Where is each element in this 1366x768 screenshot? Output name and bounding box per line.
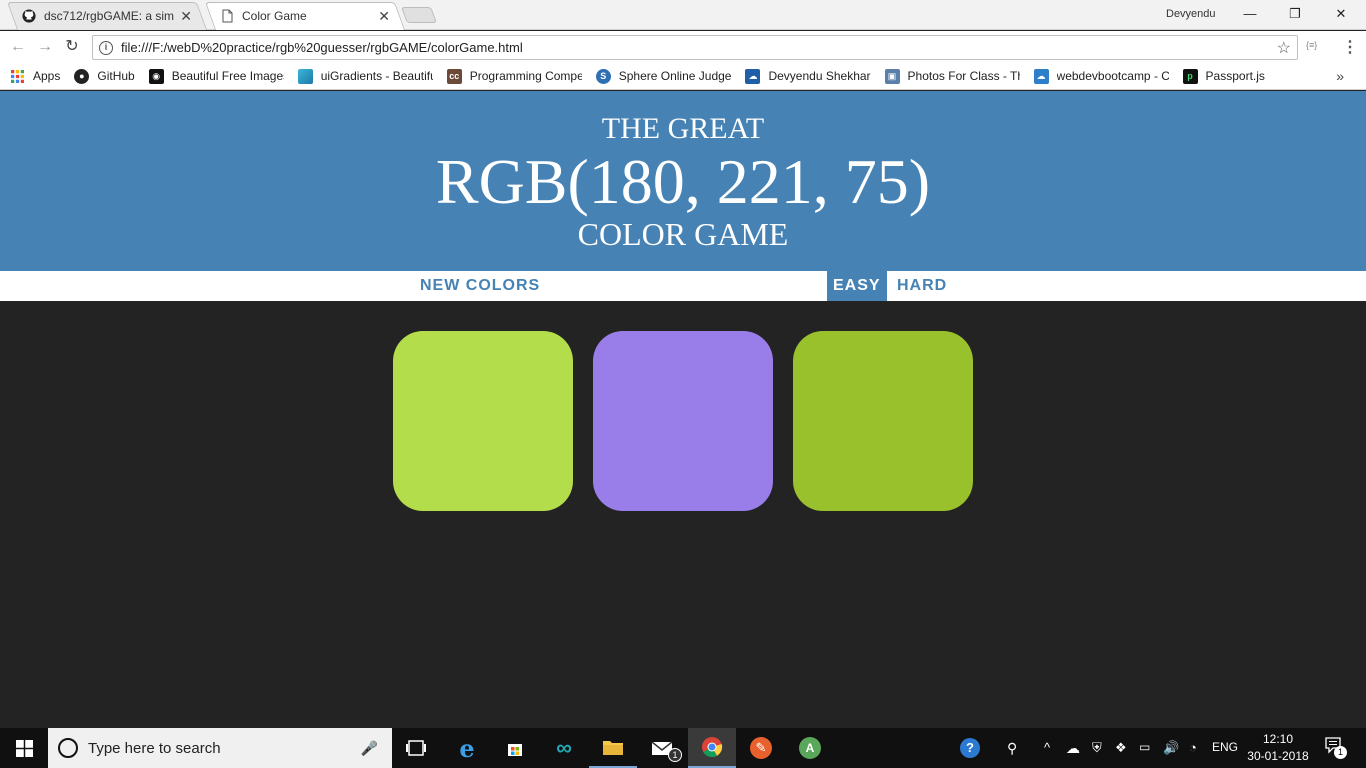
- taskbar-search[interactable]: Type here to search 🎤: [48, 728, 392, 768]
- clock-date: 30-01-2018: [1247, 749, 1309, 763]
- bookmark-uigradients[interactable]: uiGradients - Beautifu: [297, 68, 433, 84]
- notification-badge: 1: [1334, 746, 1347, 759]
- close-icon[interactable]: ✕: [378, 8, 390, 25]
- title-top: THE GREAT: [601, 112, 765, 145]
- security-icon[interactable]: ⛨: [1092, 740, 1102, 756]
- bookmark-images[interactable]: ◉ Beautiful Free Images: [148, 68, 284, 84]
- profile-name[interactable]: Devyendu: [1166, 8, 1216, 20]
- photos-icon: ▣: [884, 68, 900, 84]
- reload-icon[interactable]: ↻: [62, 37, 82, 57]
- spoj-icon: S: [595, 68, 611, 84]
- info-icon[interactable]: i: [99, 40, 113, 55]
- tab-color-game[interactable]: Color Game ✕: [204, 2, 406, 30]
- tab-github-repo[interactable]: dsc712/rgbGAME: a simp ✕: [6, 2, 208, 30]
- people-icon[interactable]: ⚲: [1007, 740, 1017, 757]
- bookmark-label: Beautiful Free Images: [171, 69, 284, 83]
- bookmark-github[interactable]: ● GitHub: [74, 68, 135, 84]
- tab-title: dsc712/rgbGAME: a simp: [44, 9, 175, 23]
- rgb-display: RGB(180, 221, 75): [435, 146, 931, 217]
- title-bottom: COLOR GAME: [577, 216, 789, 252]
- windows-start-icon[interactable]: [0, 728, 48, 768]
- chrome-icon[interactable]: [688, 728, 736, 768]
- github-icon: ●: [74, 68, 90, 84]
- android-studio-icon[interactable]: A: [786, 728, 834, 768]
- action-center-icon[interactable]: 1: [1324, 736, 1347, 759]
- bookmark-label: uiGradients - Beautifu: [320, 69, 433, 83]
- bookmark-label: Devyendu Shekhar: [768, 69, 871, 83]
- edge-icon[interactable]: e: [443, 728, 491, 768]
- game-header: THE GREAT RGB(180, 221, 75) COLOR GAME: [0, 91, 1366, 271]
- color-square[interactable]: [393, 331, 573, 511]
- menu-icon[interactable]: ⋮: [1342, 37, 1358, 57]
- battery-icon[interactable]: ▭: [1139, 740, 1150, 754]
- clock[interactable]: 12:10 30-01-2018: [1246, 731, 1310, 765]
- forward-arrow-icon[interactable]: →: [35, 37, 55, 57]
- bookmark-spoj[interactable]: S Sphere Online Judge: [595, 68, 732, 84]
- microphone-icon[interactable]: 🎤: [361, 740, 378, 757]
- bookmark-passport[interactable]: p Passport.js: [1182, 68, 1265, 84]
- bookmark-label: GitHub: [97, 69, 135, 83]
- address-bar[interactable]: i file:///F:/webD%20practice/rgb%20guess…: [92, 35, 1298, 60]
- bookmark-label: Programming Compe: [469, 69, 582, 83]
- color-square[interactable]: [793, 331, 973, 511]
- cc-icon: cc: [446, 68, 462, 84]
- passport-icon: p: [1182, 68, 1198, 84]
- easy-mode-button[interactable]: EASY: [827, 271, 887, 301]
- camera-icon: ◉: [148, 68, 164, 84]
- cloud9-icon: ☁: [1033, 68, 1049, 84]
- search-placeholder: Type here to search: [88, 739, 221, 757]
- onedrive-icon[interactable]: ☁: [1066, 740, 1080, 757]
- bookmark-apps[interactable]: Apps: [10, 69, 60, 84]
- chevron-right-icon[interactable]: »: [1336, 68, 1344, 84]
- extension-icon[interactable]: {≡}: [1306, 40, 1317, 50]
- bookmark-label: Sphere Online Judge: [618, 69, 732, 83]
- gradient-icon: [297, 68, 313, 84]
- apps-grid-icon: [10, 69, 25, 84]
- bookmark-label: Photos For Class - Th: [907, 69, 1020, 83]
- bookmark-devyendu[interactable]: ☁ Devyendu Shekhar: [745, 68, 871, 84]
- chevron-up-icon[interactable]: ^: [1044, 740, 1050, 755]
- store-icon[interactable]: [491, 728, 539, 768]
- restore-icon[interactable]: ❐: [1283, 4, 1307, 24]
- document-icon: [220, 9, 234, 23]
- hard-mode-button[interactable]: HARD: [887, 271, 957, 301]
- browser-tab-bar: dsc712/rgbGAME: a simp ✕ Color Game ✕ De…: [0, 0, 1366, 30]
- bookmark-codechef[interactable]: cc Programming Compe: [446, 68, 582, 84]
- bookmark-star-icon[interactable]: ☆: [1277, 38, 1291, 58]
- bookmark-label: webdevbootcamp - C: [1056, 69, 1169, 83]
- dropbox-icon[interactable]: ❖: [1115, 740, 1127, 756]
- color-square[interactable]: [593, 331, 773, 511]
- new-colors-button[interactable]: NEW COLORS: [410, 271, 550, 301]
- controls-stripe: NEW COLORS EASY HARD: [0, 271, 1366, 301]
- file-explorer-icon[interactable]: [589, 728, 637, 768]
- bookmark-photos[interactable]: ▣ Photos For Class - Th: [884, 68, 1020, 84]
- paint-app-icon[interactable]: ✎: [737, 728, 785, 768]
- mail-badge: 1: [668, 748, 682, 762]
- bookmark-label: Apps: [33, 69, 61, 83]
- new-tab-button[interactable]: [401, 7, 437, 23]
- volume-icon[interactable]: 🔊: [1163, 740, 1179, 756]
- language-indicator[interactable]: ENG: [1212, 740, 1238, 754]
- mail-icon[interactable]: 1: [638, 728, 686, 768]
- url-text[interactable]: file:///F:/webD%20practice/rgb%20guesser…: [121, 40, 1277, 55]
- minimize-icon[interactable]: —: [1238, 4, 1262, 24]
- task-view-icon[interactable]: [392, 728, 440, 768]
- tab-title: Color Game: [242, 9, 307, 23]
- close-icon[interactable]: ✕: [180, 8, 192, 25]
- back-arrow-icon[interactable]: ←: [8, 37, 28, 57]
- clock-time: 12:10: [1262, 732, 1294, 746]
- cortana-icon: [58, 738, 78, 758]
- page-content: THE GREAT RGB(180, 221, 75) COLOR GAME N…: [0, 91, 1366, 728]
- close-window-icon[interactable]: ✕: [1329, 4, 1353, 24]
- github-icon: [22, 9, 36, 23]
- arduino-icon[interactable]: ∞: [540, 728, 588, 768]
- bookmark-webdevbootcamp[interactable]: ☁ webdevbootcamp - C: [1033, 68, 1169, 84]
- wifi-icon[interactable]: ◔: [1189, 740, 1197, 755]
- cloud-icon: ☁: [745, 68, 761, 84]
- help-icon[interactable]: ?: [960, 738, 980, 758]
- browser-toolbar: ← → ↻ i file:///F:/webD%20practice/rgb%2…: [0, 31, 1366, 63]
- windows-taskbar: Type here to search 🎤 e ∞ 1 ✎ A ? ⚲ ^ ☁ …: [0, 728, 1366, 768]
- bookmarks-bar: Apps ● GitHub ◉ Beautiful Free Images ui…: [0, 63, 1366, 90]
- bookmark-label: Passport.js: [1205, 69, 1265, 83]
